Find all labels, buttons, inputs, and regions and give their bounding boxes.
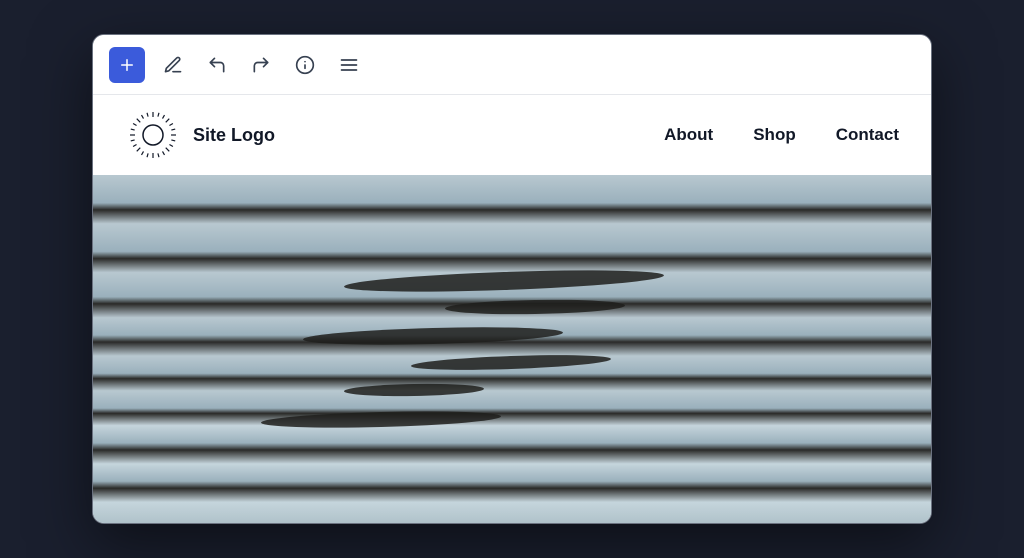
browser-window: Site Logo About Shop Contact [92,34,932,524]
nav-contact[interactable]: Contact [836,125,899,145]
add-button[interactable] [109,47,145,83]
pen-tool-icon[interactable] [157,49,189,81]
redo-icon[interactable] [245,49,277,81]
nav-shop[interactable]: Shop [753,125,796,145]
hero-image [93,175,931,523]
toolbar [93,35,931,95]
logo-text: Site Logo [193,125,275,146]
info-icon[interactable] [289,49,321,81]
site-logo-icon [125,107,181,163]
nav-about[interactable]: About [664,125,713,145]
hero-image-visual [93,175,931,523]
page-content: Site Logo About Shop Contact [93,95,931,523]
list-icon[interactable] [333,49,365,81]
logo-area: Site Logo [125,107,275,163]
site-header: Site Logo About Shop Contact [93,95,931,175]
site-nav: About Shop Contact [664,125,899,145]
undo-icon[interactable] [201,49,233,81]
